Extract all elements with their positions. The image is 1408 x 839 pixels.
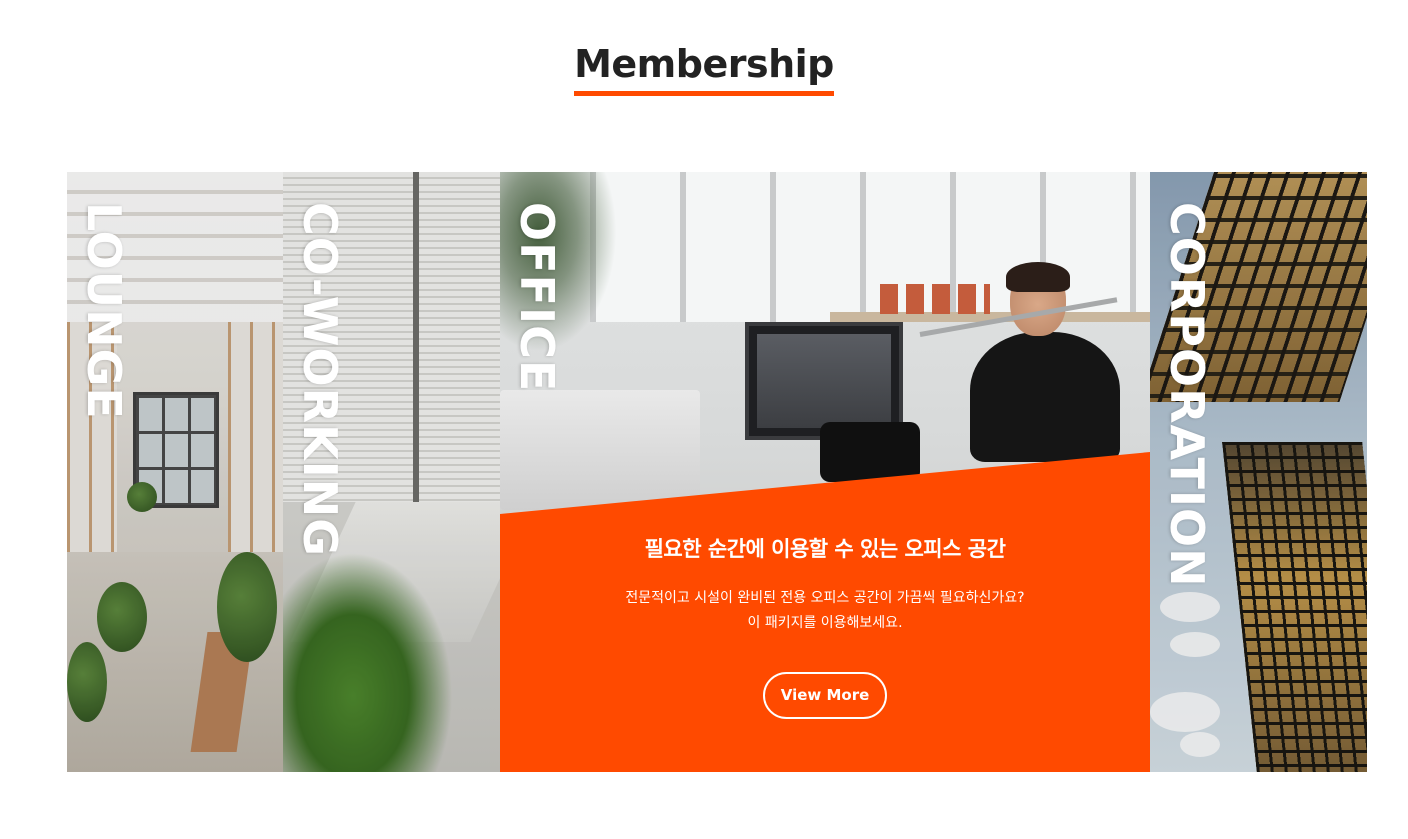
office-description-line1: 전문적이고 시설이 완비된 전용 오피스 공간이 가끔씩 필요하신가요? [625,590,1025,606]
panel-corporation-label: CORPORATION [1160,202,1214,588]
office-info-content: 필요한 순간에 이용할 수 있는 오피스 공간 전문적이고 시설이 완비된 전용… [500,534,1150,719]
panel-lounge[interactable]: LOUNGE [67,172,283,772]
office-headline: 필요한 순간에 이용할 수 있는 오피스 공간 [644,537,1006,561]
panel-coworking-label: CO-WORKING [293,202,347,558]
view-more-button[interactable]: View More [763,672,887,719]
page-title: Membership [574,39,834,97]
office-description: 전문적이고 시설이 완비된 전용 오피스 공간이 가끔씩 필요하신가요? 이 패… [500,586,1150,636]
panel-coworking[interactable]: CO-WORKING [283,172,500,772]
panel-office[interactable]: OFFICE 필요한 순간에 이용할 수 있는 오피스 공간 전문적이고 시설이… [500,172,1150,772]
membership-panels: LOUNGE CO-WORKING OFFICE 필요한 순간에 이용할 수 있… [67,172,1367,772]
panel-lounge-label: LOUNGE [77,202,131,420]
panel-corporation[interactable]: CORPORATION [1150,172,1367,772]
office-description-line2: 이 패키지를 이용해보세요. [747,615,903,631]
panel-office-label: OFFICE [510,202,564,393]
